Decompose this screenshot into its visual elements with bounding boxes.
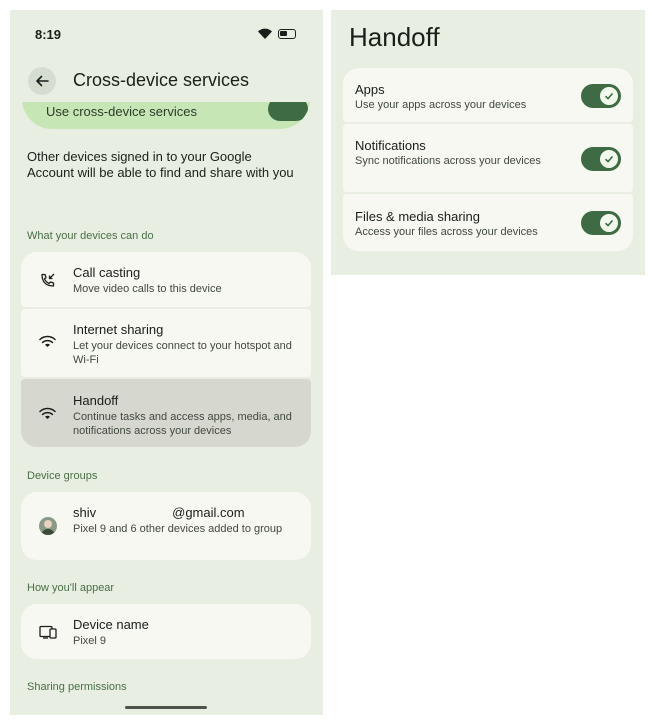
list-item-title: Internet sharing	[73, 322, 164, 337]
section-header-device-groups: Device groups	[27, 470, 98, 482]
toggle-row-files-media[interactable]: Files & media sharing Access your files …	[343, 194, 633, 251]
gesture-bar	[125, 706, 207, 709]
account-email: shiv @gmail.com	[73, 505, 245, 520]
list-item-subtitle: Let your devices connect to your hotspot…	[73, 340, 292, 366]
list-item-call-casting[interactable]: Call casting Move video calls to this de…	[21, 252, 311, 307]
toggle-subtitle: Use your apps across your devices	[355, 99, 527, 111]
toggle-title: Files & media sharing	[355, 209, 480, 224]
description-text: Other devices signed in to your Google A…	[27, 149, 294, 180]
call-cast-icon	[41, 273, 55, 287]
wifi-icon	[39, 407, 56, 419]
toggle-title: Notifications	[355, 138, 426, 153]
check-icon	[604, 155, 614, 163]
wifi-status-icon	[258, 28, 272, 39]
files-media-toggle-switch[interactable]	[581, 211, 621, 235]
device-name-title: Device name	[73, 617, 149, 632]
list-item-subtitle: Continue tasks and access apps, media, a…	[73, 411, 292, 437]
list-item-title: Handoff	[73, 393, 119, 408]
page-title: Cross-device services	[73, 70, 250, 90]
section-header-capabilities: What your devices can do	[27, 230, 154, 242]
page-title: Handoff	[349, 22, 440, 52]
toggle-subtitle: Access your files across your devices	[355, 226, 538, 238]
master-toggle-label: Use cross-device services	[46, 104, 197, 119]
section-header-appearance: How you'll appear	[27, 582, 115, 594]
section-header-permissions: Sharing permissions	[27, 681, 127, 693]
toggle-title: Apps	[355, 82, 385, 97]
status-time: 8:19	[35, 27, 62, 42]
settings-screen: 8:19 Use cross-device services Cross-dev…	[10, 10, 323, 715]
device-name-item[interactable]: Device name Pixel 9	[21, 604, 311, 659]
wifi-icon	[39, 335, 56, 347]
toggle-subtitle: Sync notifications across your devices	[355, 155, 541, 167]
battery-icon	[278, 29, 296, 39]
email-prefix: shiv	[73, 505, 97, 520]
devices-icon	[39, 625, 57, 639]
device-group-account[interactable]: shiv @gmail.com Pixel 9 and 6 other devic…	[21, 492, 311, 560]
account-subtitle: Pixel 9 and 6 other devices added to gro…	[73, 523, 283, 535]
notifications-toggle-switch[interactable]	[581, 147, 621, 171]
list-item-title: Call casting	[73, 265, 141, 280]
handoff-screen: Handoff Apps Use your apps across your d…	[331, 10, 645, 275]
toggle-row-notifications[interactable]: Notifications Sync notifications across …	[343, 124, 633, 192]
device-name-value: Pixel 9	[73, 635, 107, 647]
status-bar: 8:19	[10, 10, 323, 56]
check-icon	[604, 92, 614, 100]
list-item-handoff[interactable]: Handoff Continue tasks and access apps, …	[21, 379, 311, 447]
redacted-block	[96, 507, 173, 520]
email-suffix: @gmail.com	[172, 505, 245, 520]
toggle-row-apps[interactable]: Apps Use your apps across your devices	[343, 68, 633, 122]
back-button[interactable]	[28, 67, 56, 95]
list-item-internet-sharing[interactable]: Internet sharing Let your devices connec…	[21, 309, 311, 377]
apps-toggle-switch[interactable]	[581, 84, 621, 108]
list-item-subtitle: Move video calls to this device	[73, 283, 222, 295]
check-icon	[604, 219, 614, 227]
arrow-back-icon	[36, 75, 49, 87]
avatar	[39, 517, 57, 535]
